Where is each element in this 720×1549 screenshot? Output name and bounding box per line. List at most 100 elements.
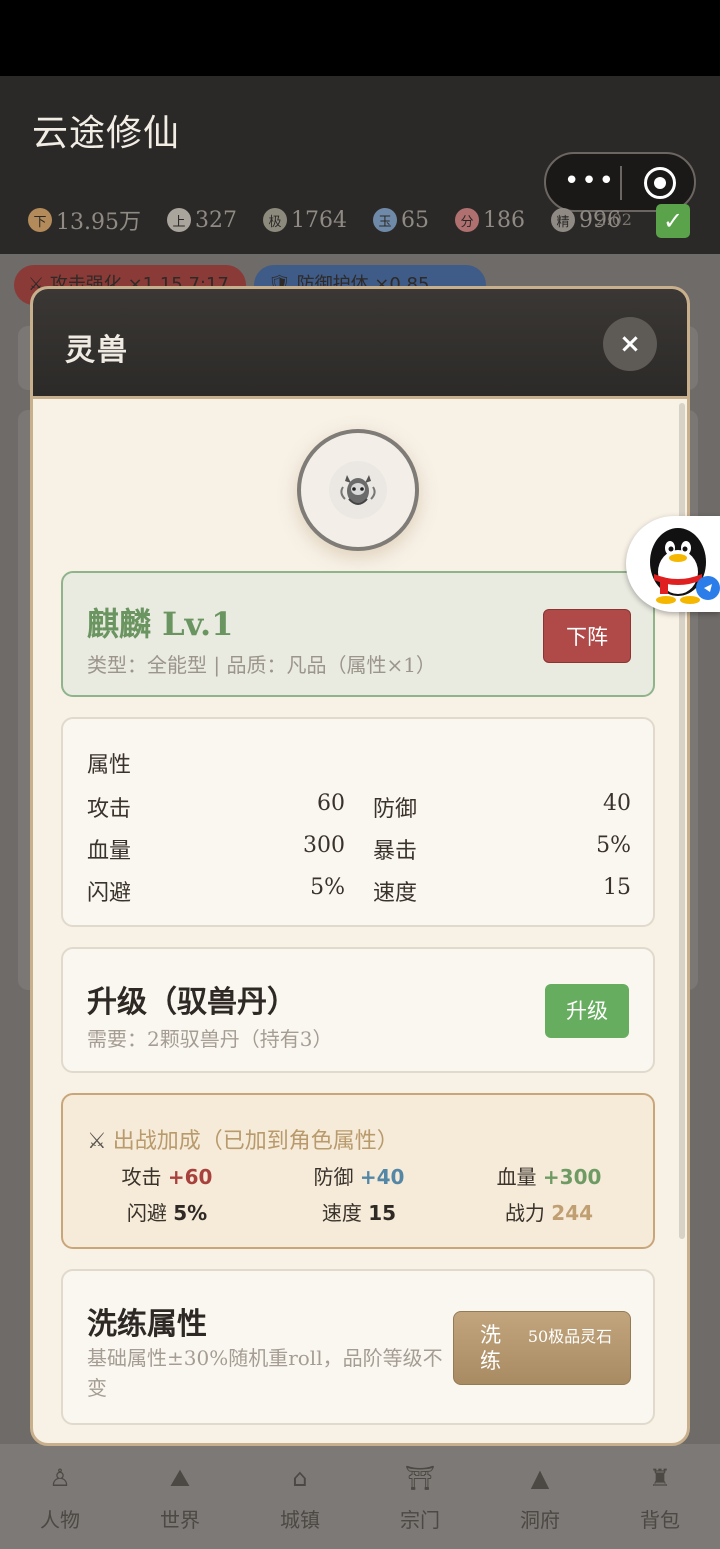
bonus-item: 防御 +40 — [269, 1161, 449, 1190]
attr-value: 5% — [596, 833, 631, 858]
resource-icon: 精 — [550, 208, 575, 232]
attr-label: 速度 — [373, 881, 418, 906]
bonus-title-text: 出战加成（已加到角色属性） — [112, 1129, 399, 1154]
attributes-card: 属性 攻击 60 防御 40 血量 300 暴击 5% 闪避 5% 速度 15 — [61, 717, 655, 927]
tab-bag[interactable]: ♜ 背包 — [600, 1444, 720, 1549]
reroll-button[interactable]: 洗练 50极品灵石 — [453, 1311, 631, 1385]
attr-label: 攻击 — [87, 797, 132, 822]
attr-value: 300 — [303, 833, 345, 858]
upgrade-requirement: 需要：2颗驭兽丹（持有3） — [87, 1027, 333, 1051]
tab-world[interactable]: ⛰ 世界 — [120, 1444, 240, 1549]
resource-icon: 下 — [28, 208, 52, 232]
bonus-value: 5% — [173, 1201, 208, 1225]
status-bar — [0, 0, 720, 76]
attr-value: 5% — [310, 875, 345, 900]
pet-type-quality: 类型：全能型 | 品质：凡品（属性×1） — [87, 653, 436, 677]
bonus-label: 闪避 — [126, 1201, 167, 1225]
attr-value: 15 — [603, 875, 631, 900]
capsule-divider — [620, 166, 622, 200]
tab-label: 世界 — [160, 1508, 200, 1532]
close-miniapp-icon[interactable] — [644, 167, 676, 199]
resource-item: 下 13.95万 — [28, 204, 141, 236]
resource-icon: 极 — [262, 208, 287, 232]
bonus-label: 攻击 — [121, 1165, 162, 1189]
attr-value: 40 — [603, 791, 631, 816]
bonus-label: 战力 — [504, 1201, 545, 1225]
pet-avatar — [297, 429, 419, 551]
reroll-card: 洗练属性 基础属性±30%随机重roll，品阶等级不变 洗练 50极品灵石 — [61, 1269, 655, 1425]
resource-item: 玉 65 — [372, 207, 429, 233]
bonus-item: 速度 15 — [269, 1197, 449, 1226]
upgrade-button[interactable]: 升级 — [545, 984, 629, 1038]
qilin-icon — [329, 461, 387, 519]
bag-icon: ♜ — [649, 1464, 671, 1492]
checkbox-icon[interactable]: ✓ — [656, 204, 690, 238]
tab-label: 城镇 — [280, 1508, 320, 1532]
tab-label: 宗门 — [400, 1508, 440, 1532]
house-icon: ⌂ — [292, 1464, 308, 1492]
attr-value: 60 — [317, 791, 345, 816]
reroll-button-label: 洗练 — [480, 1323, 501, 1373]
resource-value: 13.95万 — [56, 210, 141, 235]
modal-title: 灵兽 — [65, 333, 129, 368]
bonus-label: 防御 — [313, 1165, 354, 1189]
bonus-label: 速度 — [321, 1201, 362, 1225]
cave-icon: ▲ — [530, 1464, 550, 1492]
attributes-title: 属性 — [87, 753, 132, 778]
tab-label: 洞府 — [520, 1508, 560, 1532]
tab-label: 人物 — [40, 1508, 80, 1532]
resource-value: 186 — [482, 207, 525, 233]
resource-bar: 下 13.95万 上 327 极 1764 玉 65 分 186 精 996 — [28, 204, 647, 236]
attr-label: 血量 — [87, 839, 132, 864]
attr-label: 防御 — [373, 797, 418, 822]
person-icon: ♙ — [49, 1464, 71, 1492]
resource-icon: 玉 — [372, 208, 397, 232]
gate-icon: ⛩ — [404, 1464, 436, 1492]
bonus-value: 15 — [368, 1201, 397, 1225]
bonus-item: 血量 +300 — [459, 1161, 639, 1190]
qq-float-button[interactable] — [626, 516, 720, 612]
resource-icon: 分 — [454, 208, 479, 232]
reroll-cost: 50极品灵石 — [527, 1327, 613, 1346]
tab-character[interactable]: ♙ 人物 — [0, 1444, 120, 1549]
tab-sect[interactable]: ⛩ 宗门 — [360, 1444, 480, 1549]
bonus-item: 战力 244 — [459, 1197, 639, 1226]
bonus-value: +40 — [359, 1165, 405, 1189]
resource-value: 1764 — [290, 207, 347, 233]
bonus-item: 攻击 +60 — [77, 1161, 257, 1190]
penguin-icon — [650, 528, 720, 604]
close-button[interactable]: × — [603, 317, 657, 371]
resource-value: 327 — [194, 207, 237, 233]
attr-label: 暴击 — [373, 839, 418, 864]
battle-bonus-card: ⚔ 出战加成（已加到角色属性） 攻击 +60 防御 +40 血量 +300 闪避 … — [61, 1093, 655, 1249]
bonus-value: +60 — [167, 1165, 213, 1189]
attr-label: 闪避 — [87, 881, 132, 906]
app-title: 云途修仙 — [32, 113, 181, 154]
bonus-title: ⚔ 出战加成（已加到角色属性） — [87, 1123, 399, 1155]
mountain-icon: ⛰ — [169, 1464, 191, 1492]
reroll-description: 基础属性±30%随机重roll，品阶等级不变 — [87, 1346, 443, 1400]
spirit-beast-modal: 灵兽 × 麒麟 Lv.1 类型：全能型 | 品质：凡品（属性×1） 下阵 属性 … — [30, 286, 690, 1446]
miniapp-capsule[interactable]: ••• — [544, 152, 696, 212]
resource-icon: 上 — [166, 208, 191, 232]
modal-header: 灵兽 × — [33, 289, 687, 399]
bonus-value: +300 — [542, 1165, 602, 1189]
upgrade-title: 升级（驭兽丹） — [87, 985, 297, 1020]
resource-item: 上 327 — [166, 207, 237, 233]
bottom-tabbar: ♙ 人物 ⛰ 世界 ⌂ 城镇 ⛩ 宗门 ▲ 洞府 ♜ 背包 — [0, 1444, 720, 1549]
pet-name: 麒麟 Lv.1 — [87, 605, 234, 643]
tab-town[interactable]: ⌂ 城镇 — [240, 1444, 360, 1549]
resource-item: 极 1764 — [262, 207, 347, 233]
upgrade-card: 升级（驭兽丹） 需要：2颗驭兽丹（持有3） 升级 — [61, 947, 655, 1073]
buff-timer: 2:02 — [596, 210, 632, 229]
tab-cave[interactable]: ▲ 洞府 — [480, 1444, 600, 1549]
crossed-swords-icon: ⚔ — [87, 1129, 107, 1154]
bonus-value: 244 — [551, 1201, 594, 1225]
resource-value: 65 — [400, 207, 429, 233]
bonus-label: 血量 — [496, 1165, 537, 1189]
more-icon[interactable]: ••• — [564, 168, 616, 196]
retire-button[interactable]: 下阵 — [543, 609, 631, 663]
resource-item: 分 186 — [454, 207, 525, 233]
pet-info-card: 麒麟 Lv.1 类型：全能型 | 品质：凡品（属性×1） 下阵 — [61, 571, 655, 697]
bonus-item: 闪避 5% — [77, 1197, 257, 1226]
